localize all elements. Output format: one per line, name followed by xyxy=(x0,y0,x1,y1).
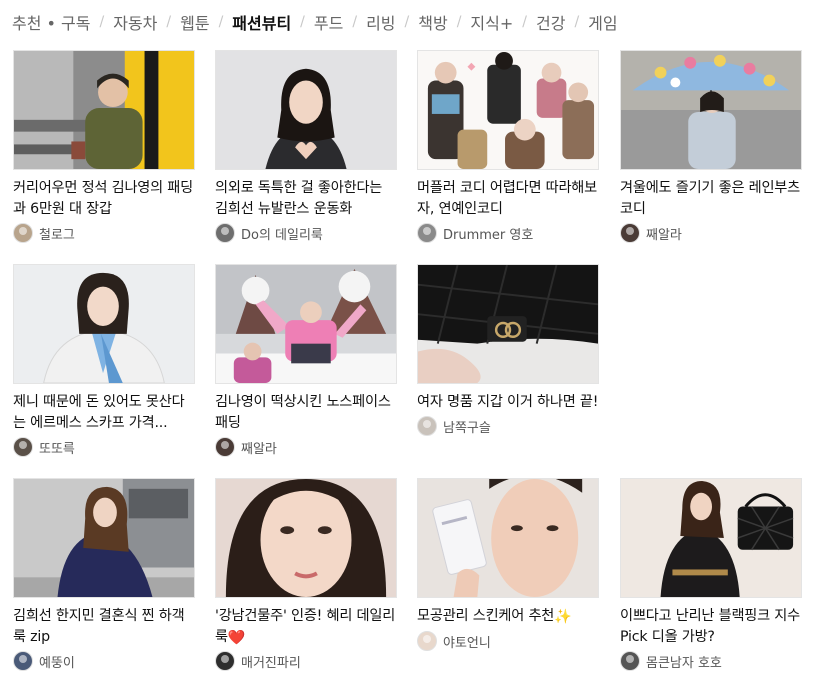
content-card[interactable]: '강남건물주' 인증! 혜리 데일리룩❤️ 매거진파리 xyxy=(215,478,397,671)
author-name: 남쪽구슬 xyxy=(443,420,491,436)
tab-separator: / xyxy=(99,14,105,30)
author-avatar xyxy=(215,651,235,671)
tab-separator: / xyxy=(404,14,410,30)
card-thumbnail[interactable] xyxy=(215,50,397,170)
content-card[interactable]: 모공관리 스킨케어 추천✨ 야토언니 xyxy=(417,478,599,651)
content-card[interactable]: 김나영이 떡상시킨 노스페이스 패딩 째알라 xyxy=(215,264,397,457)
author-name: Do의 데일리룩 xyxy=(241,227,323,243)
card-title[interactable]: 이쁘다고 난리난 블랙핑크 지수 Pick 디올 가방? xyxy=(620,606,802,648)
card-title[interactable]: 여자 명품 지갑 이거 하나면 끝! xyxy=(417,392,599,413)
content-card[interactable]: 여자 명품 지갑 이거 하나면 끝! 남쪽구슬 xyxy=(417,264,599,436)
card-title[interactable]: 머플러 코디 어렵다면 따라해보자, 연예인코디 xyxy=(417,178,599,220)
author-name: 째알라 xyxy=(241,441,277,457)
tab-separator: / xyxy=(352,14,358,30)
author-name: 몸큰남자 호호 xyxy=(646,655,722,671)
tab-separator: / xyxy=(300,14,305,30)
card-author[interactable]: 남쪽구슬 xyxy=(417,416,599,436)
category-tabs: 추천 • 구독 / 자동차 / 웹툰 / 패션뷰티 / 푸드 / 리빙 / 책방… xyxy=(12,10,618,34)
heart-icon: ❤️ xyxy=(227,630,246,646)
card-author[interactable]: 또또륵 xyxy=(13,437,195,457)
card-thumbnail[interactable] xyxy=(417,50,599,170)
card-author[interactable]: 째알라 xyxy=(215,437,397,457)
sparkles-icon: ✨ xyxy=(554,609,572,625)
content-card[interactable]: 김희선 한지민 결혼식 찐 하객룩 zip 예뚱이 xyxy=(13,478,195,671)
card-author[interactable]: 째알라 xyxy=(620,223,802,243)
card-thumbnail[interactable] xyxy=(417,264,599,384)
author-avatar xyxy=(417,416,437,436)
tab-fashion-beauty[interactable]: 패션뷰티 xyxy=(232,10,291,34)
card-thumbnail[interactable] xyxy=(215,264,397,384)
card-thumbnail[interactable] xyxy=(13,50,195,170)
tab-webtoon[interactable]: 웹툰 xyxy=(180,10,209,34)
card-thumbnail[interactable] xyxy=(13,264,195,384)
author-avatar xyxy=(417,631,437,651)
content-card[interactable]: 머플러 코디 어렵다면 따라해보자, 연예인코디 Drummer 영호 xyxy=(417,50,599,243)
card-author[interactable]: 철로그 xyxy=(13,223,195,243)
tab-food[interactable]: 푸드 xyxy=(314,10,343,34)
card-title[interactable]: 김나영이 떡상시킨 노스페이스 패딩 xyxy=(215,392,397,434)
author-avatar xyxy=(417,223,437,243)
card-author[interactable]: 매거진파리 xyxy=(215,651,397,671)
card-title[interactable]: 겨울에도 즐기기 좋은 레인부츠 코디 xyxy=(620,178,802,220)
card-title[interactable]: 김희선 한지민 결혼식 찐 하객룩 zip xyxy=(13,606,195,648)
author-avatar xyxy=(13,223,33,243)
card-author[interactable]: 야토언니 xyxy=(417,631,599,651)
card-author[interactable]: Drummer 영호 xyxy=(417,223,599,243)
tab-health[interactable]: 건강 xyxy=(536,10,565,34)
card-thumbnail[interactable] xyxy=(620,478,802,598)
author-avatar xyxy=(620,223,640,243)
author-name: 철로그 xyxy=(39,227,75,243)
card-title[interactable]: 모공관리 스킨케어 추천✨ xyxy=(417,606,599,628)
tab-separator: / xyxy=(166,14,172,30)
tab-car[interactable]: 자동차 xyxy=(113,10,157,34)
card-author[interactable]: Do의 데일리룩 xyxy=(215,223,397,243)
tab-knowledge[interactable]: 지식+ xyxy=(470,10,513,34)
tab-separator: / xyxy=(574,14,580,30)
card-thumbnail[interactable] xyxy=(620,50,802,170)
content-card[interactable]: 커리어우먼 정석 김나영의 패딩과 6만원 대 장갑 철로그 xyxy=(13,50,195,243)
card-title[interactable]: 의외로 독특한 걸 좋아한다는 김희선 뉴발란스 운동화 xyxy=(215,178,397,220)
tab-living[interactable]: 리빙 xyxy=(366,10,395,34)
tab-separator: / xyxy=(456,14,462,30)
author-name: 또또륵 xyxy=(39,441,75,457)
card-title[interactable]: 제니 때문에 돈 있어도 못산다는 에르메스 스카프 가격... xyxy=(13,392,195,434)
author-name: 야토언니 xyxy=(443,635,491,651)
content-card[interactable]: 이쁘다고 난리난 블랙핑크 지수 Pick 디올 가방? 몸큰남자 호호 xyxy=(620,478,802,671)
card-author[interactable]: 예뚱이 xyxy=(13,651,195,671)
author-name: Drummer 영호 xyxy=(443,227,534,243)
card-title[interactable]: 커리어우먼 정석 김나영의 패딩과 6만원 대 장갑 xyxy=(13,178,195,220)
author-name: 예뚱이 xyxy=(39,655,75,671)
card-title-text: 모공관리 스킨케어 추천 xyxy=(417,608,555,624)
tab-recommend[interactable]: 추천 • 구독 xyxy=(12,10,91,34)
author-name: 째알라 xyxy=(646,227,682,243)
card-author[interactable]: 몸큰남자 호호 xyxy=(620,651,802,671)
tab-separator: / xyxy=(522,14,527,30)
tab-game[interactable]: 게임 xyxy=(588,10,617,34)
author-avatar xyxy=(13,651,33,671)
author-avatar xyxy=(13,437,33,457)
tab-books[interactable]: 책방 xyxy=(418,10,447,34)
tab-separator: / xyxy=(218,14,224,30)
content-card[interactable]: 의외로 독특한 걸 좋아한다는 김희선 뉴발란스 운동화 Do의 데일리룩 xyxy=(215,50,397,243)
author-avatar xyxy=(620,651,640,671)
card-title[interactable]: '강남건물주' 인증! 혜리 데일리룩❤️ xyxy=(215,606,397,648)
card-thumbnail[interactable] xyxy=(417,478,599,598)
card-thumbnail[interactable] xyxy=(215,478,397,598)
author-avatar xyxy=(215,223,235,243)
content-card[interactable]: 겨울에도 즐기기 좋은 레인부츠 코디 째알라 xyxy=(620,50,802,243)
author-name: 매거진파리 xyxy=(241,655,301,671)
card-thumbnail[interactable] xyxy=(13,478,195,598)
content-card[interactable]: 제니 때문에 돈 있어도 못산다는 에르메스 스카프 가격... 또또륵 xyxy=(13,264,195,457)
author-avatar xyxy=(215,437,235,457)
